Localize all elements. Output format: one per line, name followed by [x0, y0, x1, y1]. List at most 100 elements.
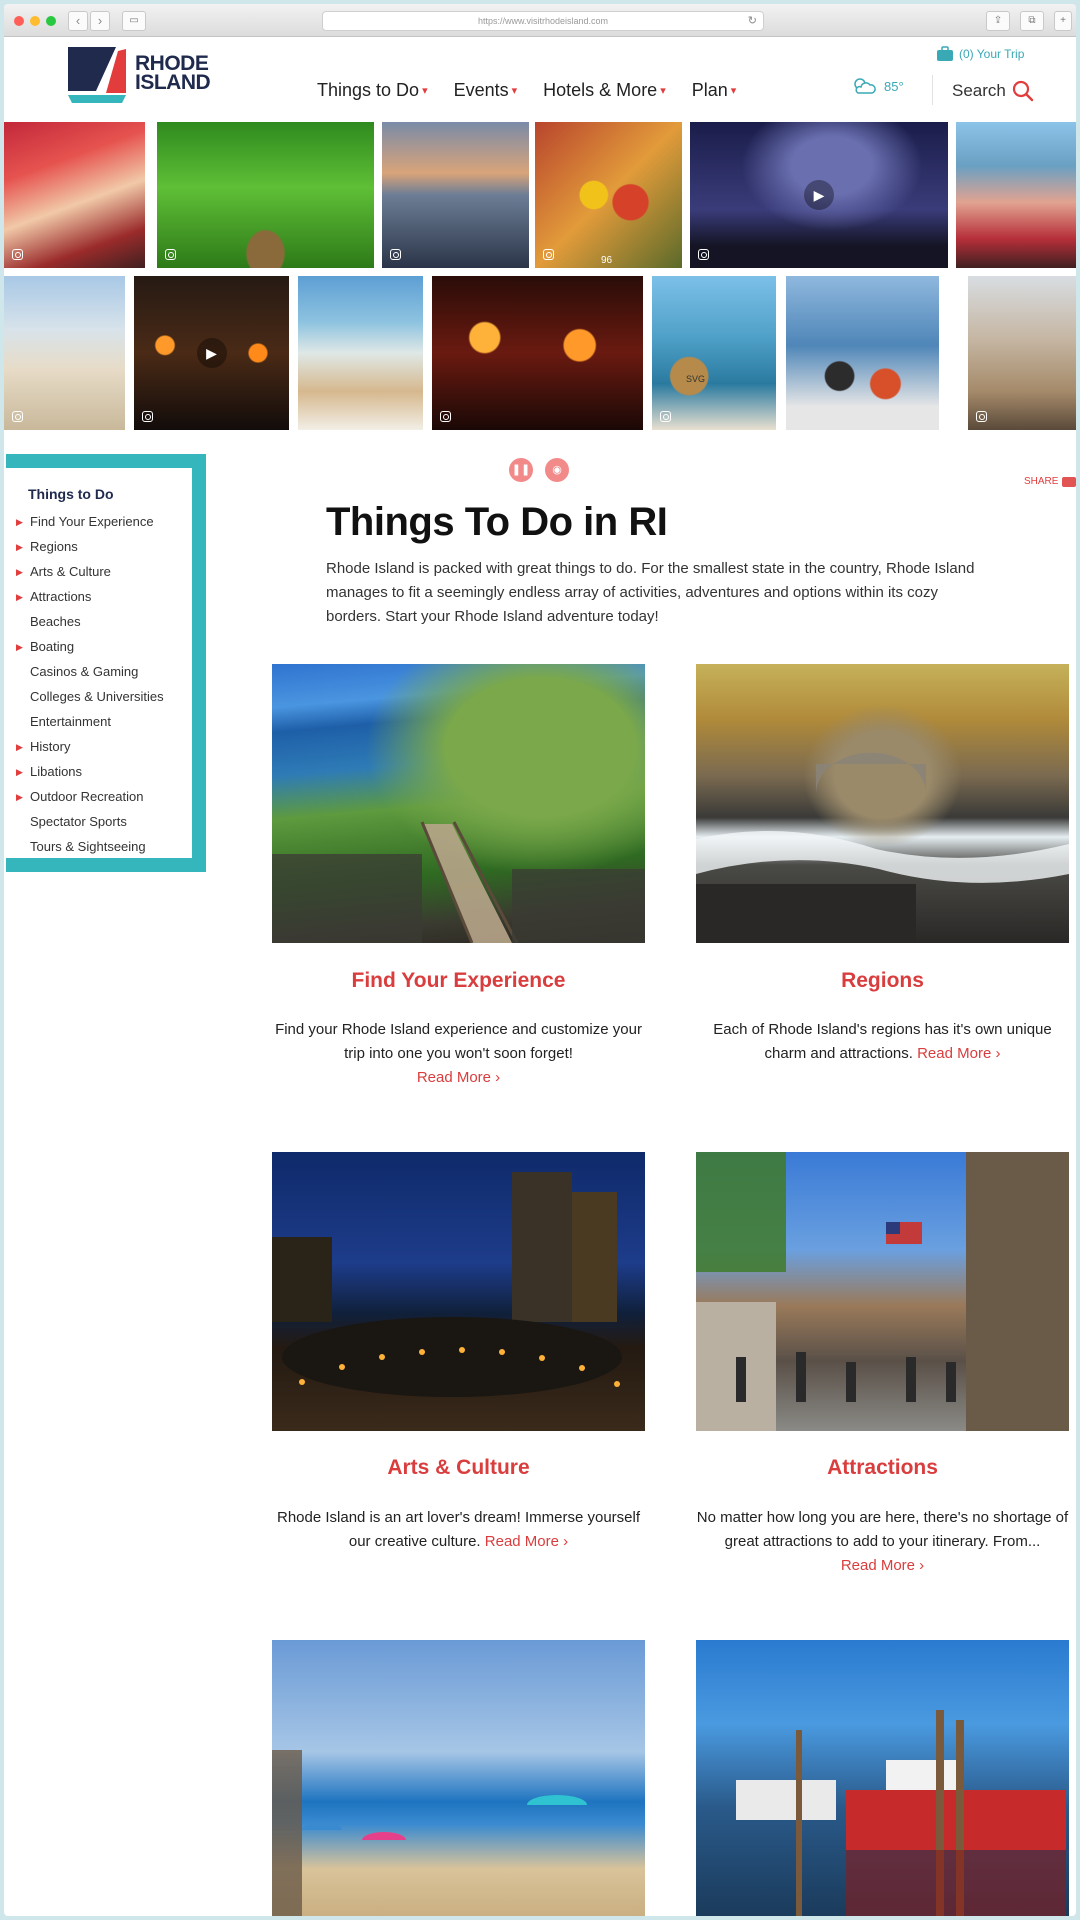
read-more-link[interactable]: Read More › [417, 1069, 500, 1086]
sidebar-item-label: Entertainment [30, 714, 111, 729]
stone-bridge-illustration [696, 752, 1069, 943]
sidebar-item-attractions[interactable]: ▶ Attractions [16, 587, 164, 612]
tabs-overview-icon[interactable]: ⧉ [1020, 11, 1044, 31]
sidebar-item-boating[interactable]: ▶ Boating [16, 637, 164, 662]
share-icon[interactable]: ⇪ [986, 11, 1010, 31]
nav-events[interactable]: Events ▾ [454, 80, 518, 101]
nav-plan[interactable]: Plan ▾ [692, 80, 737, 101]
sidebar-item-label: Arts & Culture [30, 564, 111, 579]
reload-icon[interactable]: ↻ [748, 12, 757, 30]
sidebar-item-casinos-gaming[interactable]: Casinos & Gaming [16, 662, 164, 687]
instagram-photo-kayakers[interactable] [956, 122, 1076, 268]
photo-caption: SVG [686, 374, 706, 384]
instagram-video-milky-way[interactable]: ▶ [690, 122, 948, 268]
sidebar-item-label: Libations [30, 764, 83, 779]
triangle-right-icon: ▶ [16, 517, 23, 527]
sidebar-item-colleges-universities[interactable]: Colleges & Universities [16, 687, 164, 712]
play-icon[interactable]: ▶ [804, 180, 834, 210]
nav-things-to-do[interactable]: Things to Do ▾ [317, 80, 428, 101]
search-button[interactable]: Search [952, 80, 1034, 102]
minimize-window-button[interactable] [30, 16, 40, 26]
triangle-right-icon: ▶ [16, 592, 23, 602]
play-icon[interactable]: ▶ [196, 338, 227, 368]
read-more-link[interactable]: Read More › [841, 1557, 924, 1574]
card-image-attractions[interactable] [696, 1152, 1069, 1431]
instagram-icon [12, 411, 23, 422]
instagram-photo-fishing-sunset[interactable] [382, 122, 529, 268]
rhode-island-logo-icon[interactable] [66, 45, 128, 105]
sidebar-item-regions[interactable]: ▶ Regions [16, 537, 164, 562]
instagram-photo-clambake[interactable]: 96 [535, 122, 682, 268]
instagram-icon [698, 249, 709, 260]
sidebar-item-label: Boating [30, 639, 75, 654]
forward-button[interactable]: › [90, 11, 110, 31]
instagram-photo-reading-at-beach[interactable] [298, 276, 423, 430]
chevron-down-icon: ▾ [511, 85, 518, 97]
card-image-regions[interactable] [696, 664, 1069, 943]
instagram-photo-baseball-fans[interactable] [4, 122, 145, 268]
weather-widget: 85° [850, 76, 904, 96]
card-description: Rhode Island is an art lover's dream! Im… [272, 1506, 645, 1554]
instagram-photo-waterfire-flames[interactable] [432, 276, 643, 430]
sidebar-toggle-icon[interactable]: ▭ [122, 11, 146, 31]
instagram-photo-beach-couple[interactable] [4, 276, 125, 430]
sound-button[interactable]: ◉ [545, 458, 569, 482]
sidebar-item-tours-sightseeing[interactable]: Tours & Sightseeing [16, 837, 164, 862]
sidebar-item-outdoor-recreation[interactable]: ▶ Outdoor Recreation [16, 787, 164, 812]
new-tab-button[interactable]: + [1054, 11, 1072, 31]
instagram-photo-beach-chairs[interactable] [968, 276, 1076, 430]
card-title-regions[interactable]: Regions [696, 969, 1069, 993]
triangle-right-icon: ▶ [16, 567, 23, 577]
sidebar-item-label: History [30, 739, 71, 754]
back-button[interactable]: ‹ [68, 11, 88, 31]
instagram-photo-beach-bag[interactable]: SVG [652, 276, 776, 430]
chevron-down-icon: ▾ [660, 85, 666, 97]
site-logo-wordmark[interactable]: RHODE ISLAND [135, 53, 211, 93]
read-more-link[interactable]: Read More › [485, 1533, 568, 1550]
share-button[interactable]: SHARE [1024, 476, 1076, 487]
your-trip-link[interactable]: (0) Your Trip [936, 46, 1024, 62]
url-text: https://www.visitrhodeisland.com [477, 16, 609, 26]
card-description: Find your Rhode Island experience and cu… [272, 1018, 645, 1090]
sidebar-navigation: Things to Do ▶ Find Your Experience ▶ Regi… [6, 454, 206, 872]
pause-button[interactable]: ❚❚ [509, 458, 533, 482]
card-image-boating[interactable] [696, 1640, 1069, 1916]
close-window-button[interactable] [14, 16, 24, 26]
search-icon [1012, 80, 1034, 102]
card-title-attractions[interactable]: Attractions [696, 1456, 1069, 1480]
triangle-right-icon: ▶ [16, 792, 23, 802]
sidebar-item-libations[interactable]: ▶ Libations [16, 762, 164, 787]
instagram-video-waterfire[interactable]: ▶ [134, 276, 289, 430]
nav-hotels-and-more[interactable]: Hotels & More ▾ [543, 80, 666, 101]
sidebar-item-beaches[interactable]: Beaches [16, 612, 164, 637]
sidebar-item-history[interactable]: ▶ History [16, 737, 164, 762]
your-trip-label: (0) Your Trip [959, 47, 1025, 61]
sidebar-item-label: Regions [30, 539, 78, 554]
browser-window: ‹ › ▭ https://www.visitrhodeisland.com ↻… [4, 4, 1076, 1916]
chevron-down-icon: ▾ [730, 85, 737, 97]
card-image-find-your-experience[interactable] [272, 664, 645, 943]
sidebar-title[interactable]: Things to Do [28, 486, 114, 502]
card-image-arts-culture[interactable] [272, 1152, 645, 1431]
sidebar-item-find-your-experience[interactable]: ▶ Find Your Experience [16, 512, 164, 537]
triangle-right-icon: ▶ [16, 767, 23, 777]
card-title-arts-culture[interactable]: Arts & Culture [272, 1456, 645, 1480]
card-image-beach[interactable] [272, 1640, 645, 1916]
staircase-illustration [272, 821, 645, 943]
address-bar[interactable]: https://www.visitrhodeisland.com ↻ [322, 11, 764, 31]
sidebar-item-spectator-sports[interactable]: Spectator Sports [16, 812, 164, 837]
instagram-icon [660, 411, 671, 422]
instagram-photo-kids-on-boat[interactable] [786, 276, 939, 430]
sidebar-item-label: Find Your Experience [30, 514, 154, 529]
sidebar-item-label: Outdoor Recreation [30, 789, 144, 804]
photo-caption: 96 [601, 255, 613, 266]
share-label: SHARE [1024, 476, 1059, 487]
nav-label: Things to Do [317, 80, 420, 100]
read-more-link[interactable]: Read More › [917, 1045, 1000, 1062]
instagram-photo-forest-path[interactable] [157, 122, 374, 268]
sidebar-item-entertainment[interactable]: Entertainment [16, 712, 164, 737]
nav-label: Events [453, 80, 509, 100]
sidebar-item-arts-culture[interactable]: ▶ Arts & Culture [16, 562, 164, 587]
zoom-window-button[interactable] [46, 16, 56, 26]
card-title-find-your-experience[interactable]: Find Your Experience [272, 969, 645, 993]
